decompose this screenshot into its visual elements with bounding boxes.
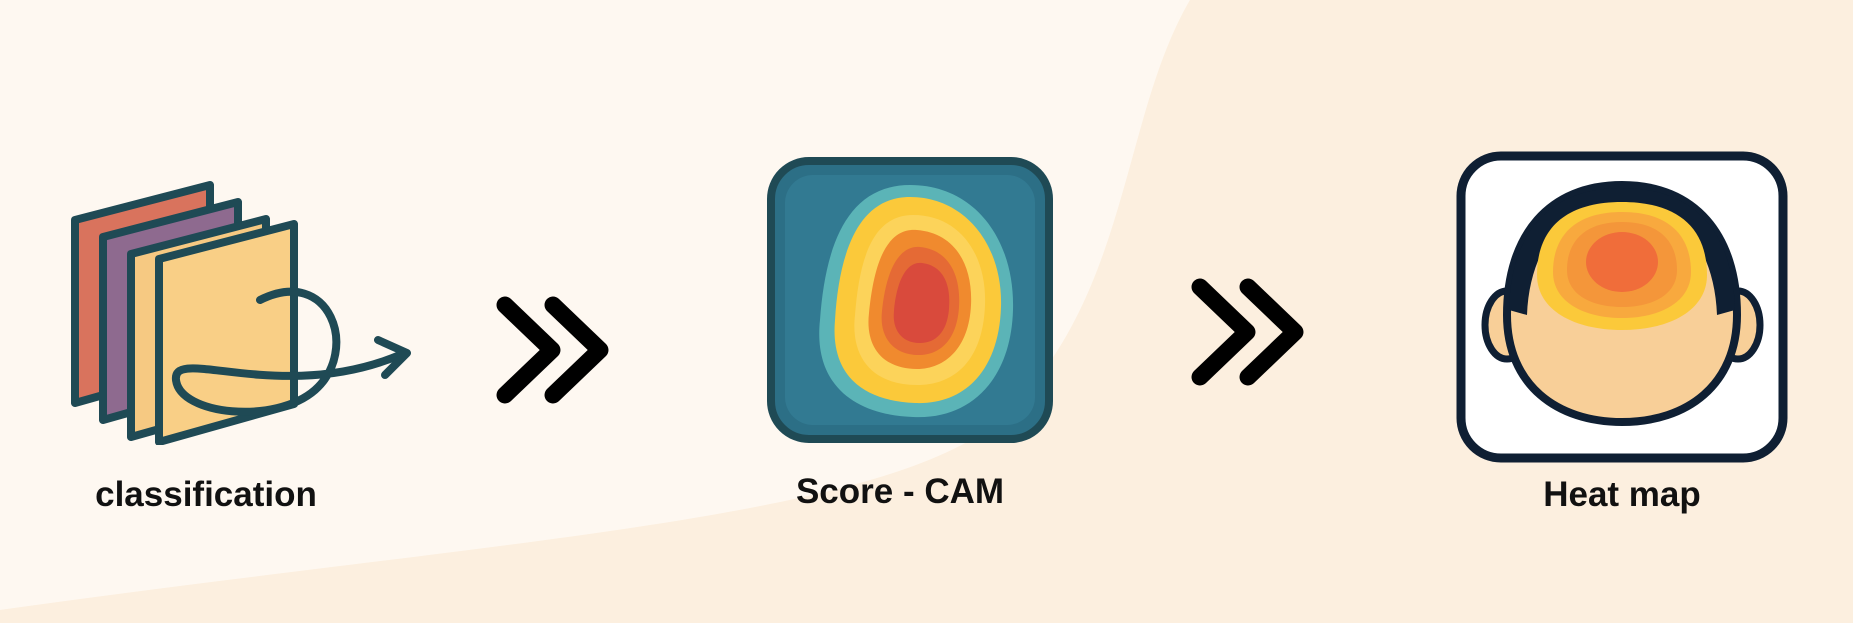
activation-contour-map-icon xyxy=(767,157,1053,443)
layered-feature-maps-icon xyxy=(71,181,411,446)
heat-map-step xyxy=(1455,150,1790,465)
step-label-classification: classification xyxy=(95,475,317,514)
score-cam-step xyxy=(765,155,1055,445)
double-chevron-right-icon xyxy=(496,296,609,404)
step-label-score-cam: Score - CAM xyxy=(795,472,1005,511)
double-chevron-right-icon xyxy=(1191,278,1304,386)
head-heatmap-icon xyxy=(1456,151,1788,463)
step-label-heat-map: Heat map xyxy=(1543,475,1701,514)
classification-step xyxy=(60,175,430,446)
